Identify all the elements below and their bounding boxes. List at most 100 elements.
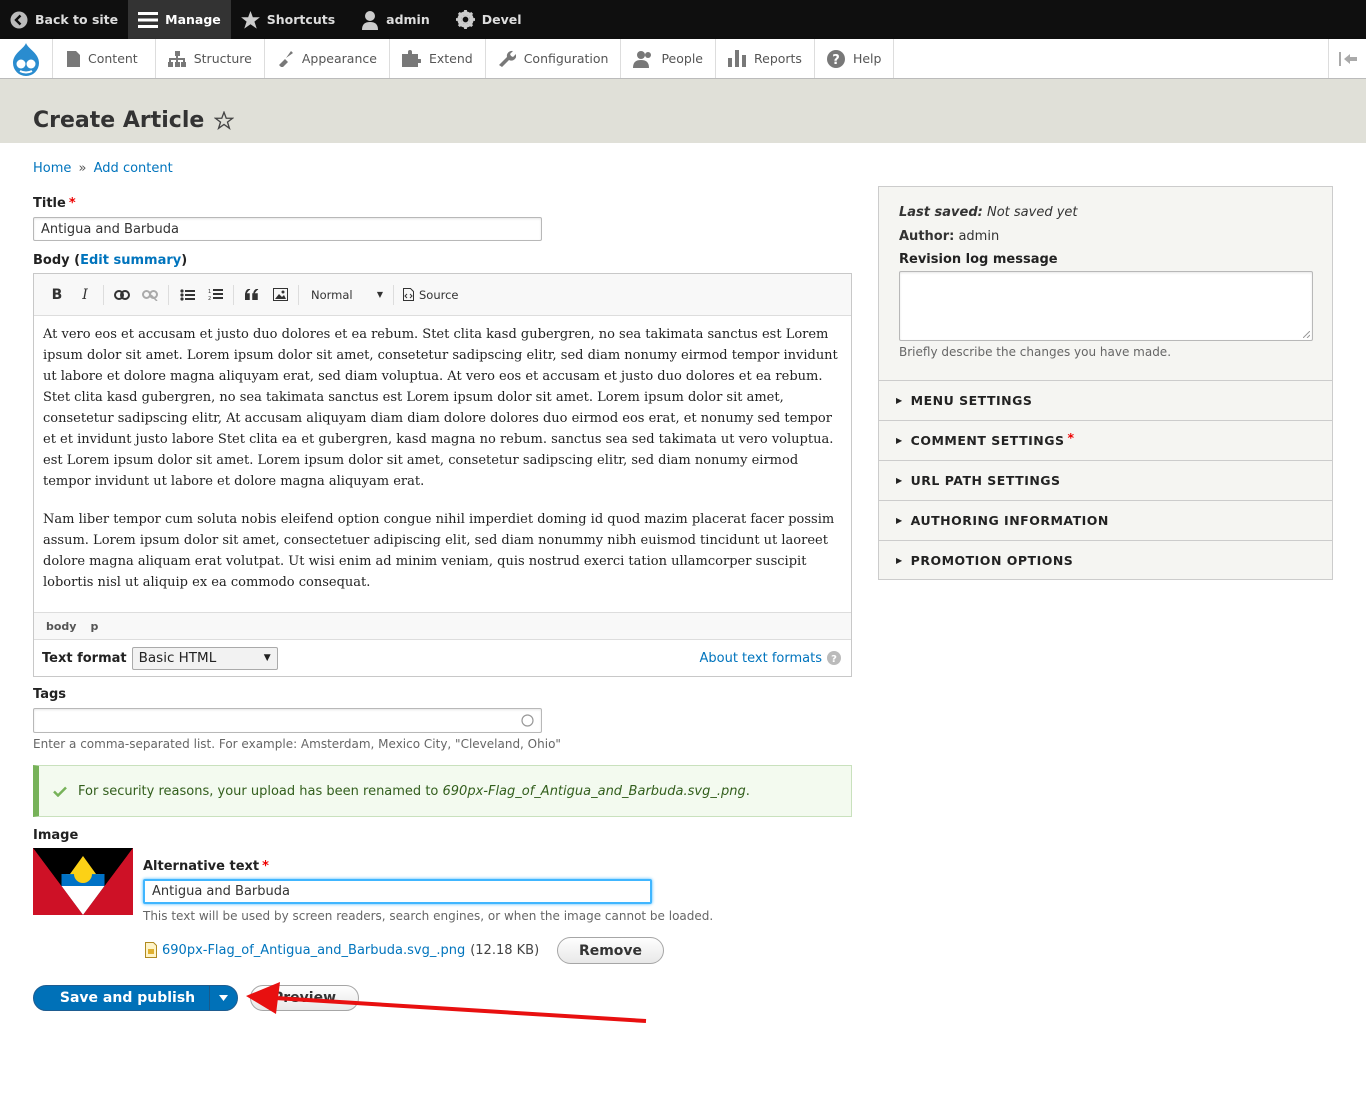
editor-toolbar: B I 12 Normal ▼ Source bbox=[34, 274, 851, 316]
about-text-formats-link[interactable]: About text formats ? bbox=[699, 651, 841, 666]
collapse-left-icon bbox=[1338, 51, 1357, 66]
revision-log-label: Revision log message bbox=[899, 252, 1058, 267]
expand-triangle-icon: ▶ bbox=[896, 436, 903, 445]
tray-appearance-label: Appearance bbox=[301, 51, 377, 66]
bulleted-list-button[interactable] bbox=[174, 282, 200, 308]
tags-label: Tags bbox=[33, 687, 67, 702]
puzzle-icon bbox=[401, 50, 421, 67]
uploaded-file: 690px-Flag_of_Antigua_and_Barbuda.svg_.p… bbox=[145, 942, 539, 958]
author-info: Author: admin bbox=[899, 229, 999, 244]
menu-settings-label: MENU SETTINGS bbox=[910, 393, 1033, 408]
element-path-p[interactable]: p bbox=[90, 620, 98, 633]
revision-log-description: Briefly describe the changes you have ma… bbox=[899, 345, 1172, 359]
title-label: Title * bbox=[33, 196, 76, 211]
chevron-down-icon bbox=[219, 995, 228, 1001]
tray-reports[interactable]: Reports bbox=[716, 39, 815, 78]
shortcut-star-icon[interactable] bbox=[214, 111, 235, 130]
tray-configuration[interactable]: Configuration bbox=[486, 39, 622, 78]
alt-text-input[interactable]: Antigua and Barbuda bbox=[143, 879, 652, 904]
source-button[interactable]: Source bbox=[399, 288, 463, 302]
breadcrumb-home[interactable]: Home bbox=[33, 161, 71, 176]
alt-text-description: This text will be used by screen readers… bbox=[143, 909, 714, 923]
body-paragraph: Nam liber tempor cum soluta nobis eleife… bbox=[43, 512, 835, 590]
required-marker: * bbox=[262, 859, 269, 874]
back-to-site-label: Back to site bbox=[35, 12, 119, 27]
edit-summary-link[interactable]: Edit summary bbox=[80, 253, 181, 268]
about-text-formats-label: About text formats bbox=[699, 650, 822, 666]
authoring-information-toggle[interactable]: ▶ AUTHORING INFORMATION bbox=[879, 500, 1332, 540]
tray-orientation-toggle[interactable] bbox=[1328, 39, 1366, 78]
help-icon: ? bbox=[826, 49, 845, 68]
image-icon bbox=[272, 288, 288, 301]
preview-button[interactable]: Preview bbox=[250, 985, 359, 1011]
tray-configuration-label: Configuration bbox=[523, 51, 609, 66]
editor-content-area[interactable]: At vero eos et accusam et justo duo dolo… bbox=[34, 316, 851, 612]
menu-settings-toggle[interactable]: ▶ MENU SETTINGS bbox=[879, 380, 1332, 420]
image-button[interactable] bbox=[267, 282, 293, 308]
breadcrumb-separator: » bbox=[78, 161, 87, 176]
unlink-button[interactable] bbox=[137, 282, 163, 308]
comment-settings-toggle[interactable]: ▶ COMMENT SETTINGS * bbox=[879, 420, 1332, 460]
save-and-publish-button[interactable]: Save and publish bbox=[33, 985, 238, 1011]
link-icon bbox=[114, 289, 130, 300]
tray-content-label: Content bbox=[88, 51, 138, 66]
drupal-drop-icon bbox=[13, 42, 39, 76]
user-tab[interactable]: admin bbox=[345, 0, 440, 39]
tray-appearance[interactable]: Appearance bbox=[265, 39, 390, 78]
link-button[interactable] bbox=[109, 282, 135, 308]
blockquote-button[interactable] bbox=[239, 282, 265, 308]
title-input[interactable]: Antigua and Barbuda bbox=[33, 217, 542, 241]
hamburger-icon bbox=[138, 11, 159, 28]
tray-content[interactable]: Content bbox=[53, 39, 156, 78]
numbered-list-button[interactable]: 12 bbox=[202, 282, 228, 308]
save-dropdown-toggle[interactable] bbox=[209, 986, 237, 1010]
required-marker: * bbox=[1067, 430, 1075, 445]
toolbar-separator bbox=[103, 284, 104, 305]
promotion-options-toggle[interactable]: ▶ PROMOTION OPTIONS bbox=[879, 540, 1332, 580]
breadcrumb-add-content[interactable]: Add content bbox=[94, 161, 173, 176]
tray-extend[interactable]: Extend bbox=[390, 39, 486, 78]
toolbar-separator bbox=[393, 284, 394, 305]
tray-help[interactable]: ? Help bbox=[815, 39, 895, 78]
text-format-label: Text format bbox=[42, 650, 127, 666]
manage-tab[interactable]: Manage bbox=[128, 0, 231, 39]
drupal-logo[interactable] bbox=[0, 39, 53, 78]
page-title: Create Article bbox=[33, 108, 235, 133]
dropdown-arrow-icon: ▼ bbox=[263, 653, 271, 663]
back-to-site-link[interactable]: Back to site bbox=[0, 0, 128, 39]
expand-triangle-icon: ▶ bbox=[896, 476, 903, 485]
url-path-settings-label: URL PATH SETTINGS bbox=[910, 473, 1061, 488]
tray-help-label: Help bbox=[852, 51, 882, 66]
tray-people[interactable]: People bbox=[621, 39, 716, 78]
page-title-text: Create Article bbox=[33, 108, 205, 133]
revision-log-textarea[interactable] bbox=[899, 271, 1313, 341]
devel-tab[interactable]: Devel bbox=[440, 0, 532, 39]
autocomplete-icon bbox=[521, 714, 534, 727]
star-icon bbox=[240, 10, 260, 29]
svg-text:?: ? bbox=[832, 53, 840, 68]
admin-tray: Content Structure Appearance Extend Conf… bbox=[0, 39, 1366, 79]
status-message: For security reasons, your upload has be… bbox=[33, 765, 852, 817]
element-path-body[interactable]: body bbox=[46, 620, 76, 633]
tray-reports-label: Reports bbox=[754, 51, 802, 66]
gear-icon bbox=[455, 10, 475, 29]
text-format-value: Basic HTML bbox=[138, 650, 217, 666]
tray-structure-label: Structure bbox=[193, 51, 252, 66]
bar-chart-icon bbox=[728, 50, 746, 67]
back-arrow-icon bbox=[10, 11, 28, 28]
tags-input[interactable] bbox=[33, 708, 542, 733]
format-dropdown[interactable]: Normal ▼ bbox=[304, 282, 388, 308]
resize-handle-icon[interactable] bbox=[1303, 331, 1310, 338]
tray-structure[interactable]: Structure bbox=[156, 39, 265, 78]
url-path-settings-toggle[interactable]: ▶ URL PATH SETTINGS bbox=[879, 460, 1332, 500]
user-icon bbox=[362, 10, 379, 30]
text-format-select[interactable]: Basic HTML ▼ bbox=[131, 646, 278, 670]
format-dropdown-value: Normal bbox=[311, 287, 353, 302]
uploaded-file-link[interactable]: 690px-Flag_of_Antigua_and_Barbuda.svg_.p… bbox=[162, 943, 465, 958]
italic-button[interactable]: I bbox=[72, 282, 98, 308]
status-message-body: For security reasons, your upload has be… bbox=[78, 783, 439, 799]
shortcuts-tab[interactable]: Shortcuts bbox=[231, 0, 345, 39]
bold-button[interactable]: B bbox=[44, 282, 70, 308]
alt-text-label-text: Alternative text bbox=[143, 859, 260, 874]
remove-button[interactable]: Remove bbox=[557, 937, 664, 964]
